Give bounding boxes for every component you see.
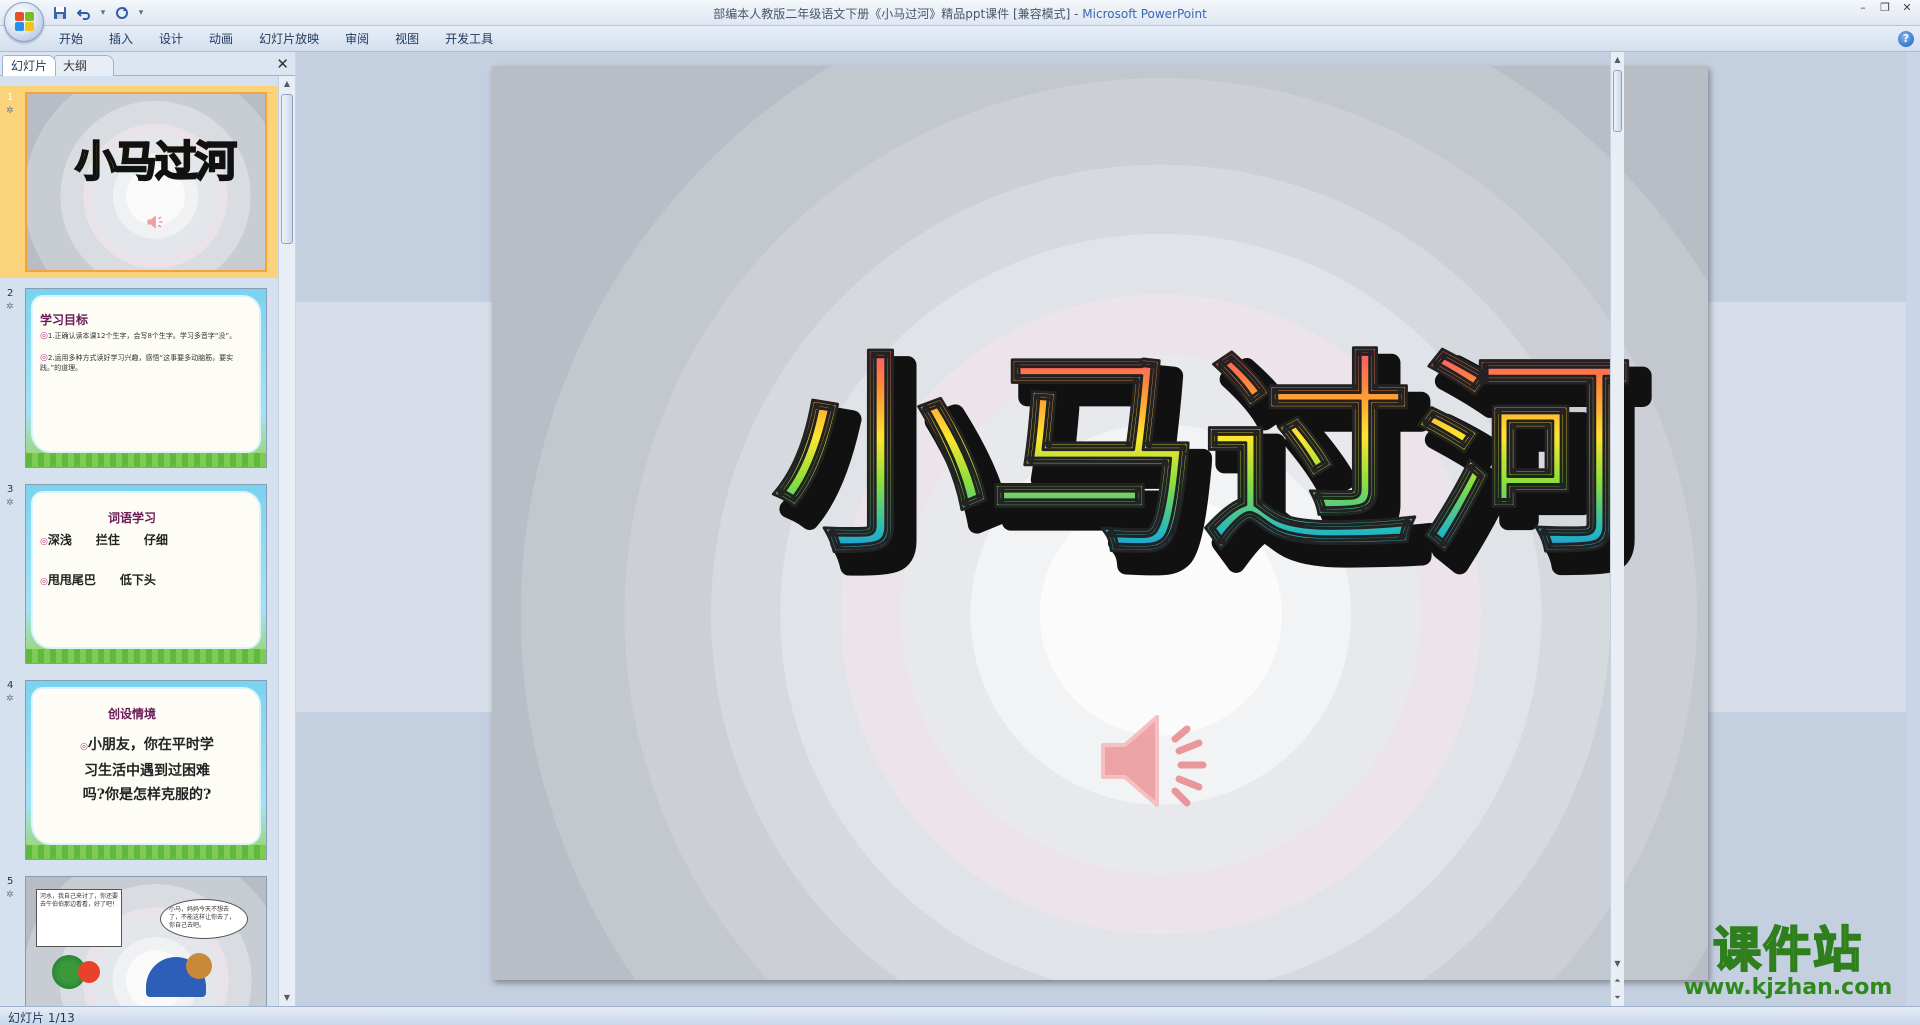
- thumb-body-line-1: ◎小朋友，你在平时学: [80, 737, 214, 753]
- document-title: 部编本人教版二年级语文下册《小马过河》精品ppt课件 [兼容模式]: [713, 7, 1071, 21]
- thumb-title: 创设情境: [108, 707, 157, 721]
- editing-scrollbar[interactable]: ▲ ▼ ⏶ ⏷: [1610, 52, 1624, 1006]
- app-name: Microsoft PowerPoint: [1082, 7, 1207, 21]
- speaker-icon: [147, 215, 163, 229]
- thumb-line-2: ◎甩甩尾巴 低下头: [40, 573, 156, 587]
- slide-thumbnail-2[interactable]: 2 ✲ 学习目标 ◎1.正确认读本课12个生字，会写8个生字。学习多音字“没”。…: [0, 282, 278, 474]
- speaker-icon[interactable]: [1095, 711, 1225, 811]
- grass-strip: [26, 845, 266, 859]
- tab-review[interactable]: 审阅: [332, 26, 382, 52]
- window-controls: – ❐ ✕: [1856, 2, 1914, 14]
- animation-star-icon: ✲: [6, 890, 14, 900]
- slide-thumbnail-4[interactable]: 4 ✲ 创设情境 ◎小朋友，你在平时学 习生活中遇到过困难 吗?你是怎样克服的?: [0, 674, 278, 866]
- thumb-title: 小马过河: [74, 128, 238, 189]
- scroll-down-icon[interactable]: ▼: [1611, 956, 1624, 972]
- scroll-up-icon[interactable]: ▲: [279, 76, 295, 92]
- undo-icon[interactable]: [74, 4, 94, 22]
- animation-star-icon: ✲: [6, 694, 14, 704]
- slide-preview: 河水，我自己来讨了，你还要去牛伯伯那边看看，好了吧！ 小马，妈妈今天不想去了，不…: [25, 876, 267, 1006]
- office-logo: [15, 12, 35, 32]
- slide-preview: 小马过河: [25, 92, 267, 272]
- panel-tabs: 幻灯片 大纲 ✕: [0, 52, 295, 76]
- qat-dropdown-icon[interactable]: ▾: [136, 4, 146, 22]
- slide-number: 5: [7, 876, 14, 887]
- tab-home[interactable]: 开始: [46, 26, 96, 52]
- slide-number: 4: [7, 680, 14, 691]
- slide-thumbnail-3[interactable]: 3 ✲ 词语学习 ◎深浅 拦住 仔细 ◎甩甩尾巴 低下头: [0, 478, 278, 670]
- help-icon[interactable]: ?: [1898, 31, 1914, 47]
- thumbnails-scrollbar[interactable]: ▲ ▼: [278, 76, 295, 1006]
- slide-indicator: 幻灯片 1/13: [8, 1011, 75, 1025]
- watermark-logo: 课件站 www.kjzhan.com: [1668, 922, 1908, 1003]
- redo-icon[interactable]: [112, 4, 132, 22]
- slides-panel: 幻灯片 大纲 ✕ 1 ✲ 小马过河 2 ✲ 学习目标 ◎1.正确认读本课12个生…: [0, 52, 295, 1006]
- watermark-url: www.kjzhan.com: [1683, 975, 1893, 1000]
- tab-animations[interactable]: 动画: [196, 26, 246, 52]
- window-title: 部编本人教版二年级语文下册《小马过河》精品ppt课件 [兼容模式] - Micr…: [0, 5, 1920, 22]
- title-bar: 部编本人教版二年级语文下册《小马过河》精品ppt课件 [兼容模式] - Micr…: [0, 0, 1920, 26]
- slide-thumbnail-1[interactable]: 1 ✲ 小马过河: [0, 86, 278, 278]
- previous-slide-icon[interactable]: ⏶: [1611, 973, 1624, 989]
- slide-number: 3: [7, 484, 14, 495]
- thumb-line-2: ◎2.运用多种方式读好学习兴趣，感悟“这事要多动脑筋，要实践。”的道理。: [40, 353, 234, 372]
- scroll-thumb[interactable]: [281, 94, 293, 244]
- slide-number: 1: [7, 92, 14, 103]
- title-main-text: 小马过河: [772, 331, 1632, 582]
- grass-strip: [26, 649, 266, 663]
- office-button-icon[interactable]: [4, 2, 44, 42]
- thumb-line-1: ◎1.正确认读本课12个生字，会写8个生字。学习多音字“没”。: [40, 331, 237, 341]
- animation-star-icon: ✲: [6, 106, 14, 116]
- grass-strip: [26, 453, 266, 467]
- speech-bubble-left: 河水，我自己来讨了，你还要去牛伯伯那边看看，好了吧！: [36, 889, 122, 947]
- slide-preview: 学习目标 ◎1.正确认读本课12个生字，会写8个生字。学习多音字“没”。 ◎2.…: [25, 288, 267, 468]
- horse-illustration: [186, 953, 212, 979]
- slide-number: 2: [7, 288, 14, 299]
- next-slide-icon[interactable]: ⏷: [1611, 990, 1624, 1006]
- slide-preview: 词语学习 ◎深浅 拦住 仔细 ◎甩甩尾巴 低下头: [25, 484, 267, 664]
- tab-insert[interactable]: 插入: [96, 26, 146, 52]
- tab-view[interactable]: 视图: [382, 26, 432, 52]
- thumb-title: 词语学习: [108, 511, 157, 525]
- thumb-body-line-3: 吗?你是怎样克服的?: [82, 787, 212, 803]
- close-icon[interactable]: ✕: [276, 55, 289, 73]
- tab-developer[interactable]: 开发工具: [432, 26, 506, 52]
- ribbon: 开始 插入 设计 动画 幻灯片放映 审阅 视图 开发工具 ?: [0, 26, 1920, 52]
- slide-thumbnails: 1 ✲ 小马过河 2 ✲ 学习目标 ◎1.正确认读本课12个生字，会写8个生字。…: [0, 76, 278, 1006]
- slide-preview: 创设情境 ◎小朋友，你在平时学 习生活中遇到过困难 吗?你是怎样克服的?: [25, 680, 267, 860]
- speech-bubble-right: 小马，妈妈今天不想去了，不能这样让你去了，你自己去吧。: [160, 899, 248, 939]
- quick-access-toolbar: ▾ ▾: [50, 3, 146, 23]
- animation-star-icon: ✲: [6, 498, 14, 508]
- tab-design[interactable]: 设计: [146, 26, 196, 52]
- tab-slide-show[interactable]: 幻灯片放映: [246, 26, 332, 52]
- tab-outline[interactable]: 大纲: [54, 55, 114, 76]
- restore-icon[interactable]: ❐: [1878, 2, 1892, 14]
- slide-editing-area: 小马过河 小马过河: [296, 52, 1906, 1006]
- minimize-icon[interactable]: –: [1856, 2, 1870, 14]
- tab-slides[interactable]: 幻灯片: [2, 55, 57, 76]
- slide-title[interactable]: 小马过河 小马过河: [747, 256, 1677, 616]
- watermark-text: 课件站: [1712, 922, 1863, 978]
- thumb-line-1: ◎深浅 拦住 仔细: [40, 533, 168, 547]
- title-separator: -: [1070, 7, 1083, 21]
- close-icon[interactable]: ✕: [1900, 2, 1914, 14]
- status-bar: 幻灯片 1/13: [0, 1006, 1920, 1025]
- scroll-thumb[interactable]: [1613, 70, 1622, 132]
- thumb-body-line-2: 习生活中遇到过困难: [84, 763, 210, 779]
- ribbon-tabs: 开始 插入 设计 动画 幻灯片放映 审阅 视图 开发工具: [46, 26, 506, 52]
- animation-star-icon: ✲: [6, 302, 14, 312]
- scroll-down-icon[interactable]: ▼: [279, 990, 295, 1006]
- save-icon[interactable]: [50, 4, 70, 22]
- thumb-title: 学习目标: [40, 313, 89, 327]
- scroll-up-icon[interactable]: ▲: [1611, 52, 1624, 68]
- thumb-body: ◎小朋友，你在平时学 习生活中遇到过困难 吗?你是怎样克服的?: [38, 733, 256, 807]
- current-slide[interactable]: 小马过河 小马过河: [492, 66, 1708, 980]
- flower-illustration: [78, 961, 100, 983]
- undo-dropdown-icon[interactable]: ▾: [98, 4, 108, 22]
- slide-thumbnail-5[interactable]: 5 ✲ 河水，我自己来讨了，你还要去牛伯伯那边看看，好了吧！ 小马，妈妈今天不想…: [0, 870, 278, 1006]
